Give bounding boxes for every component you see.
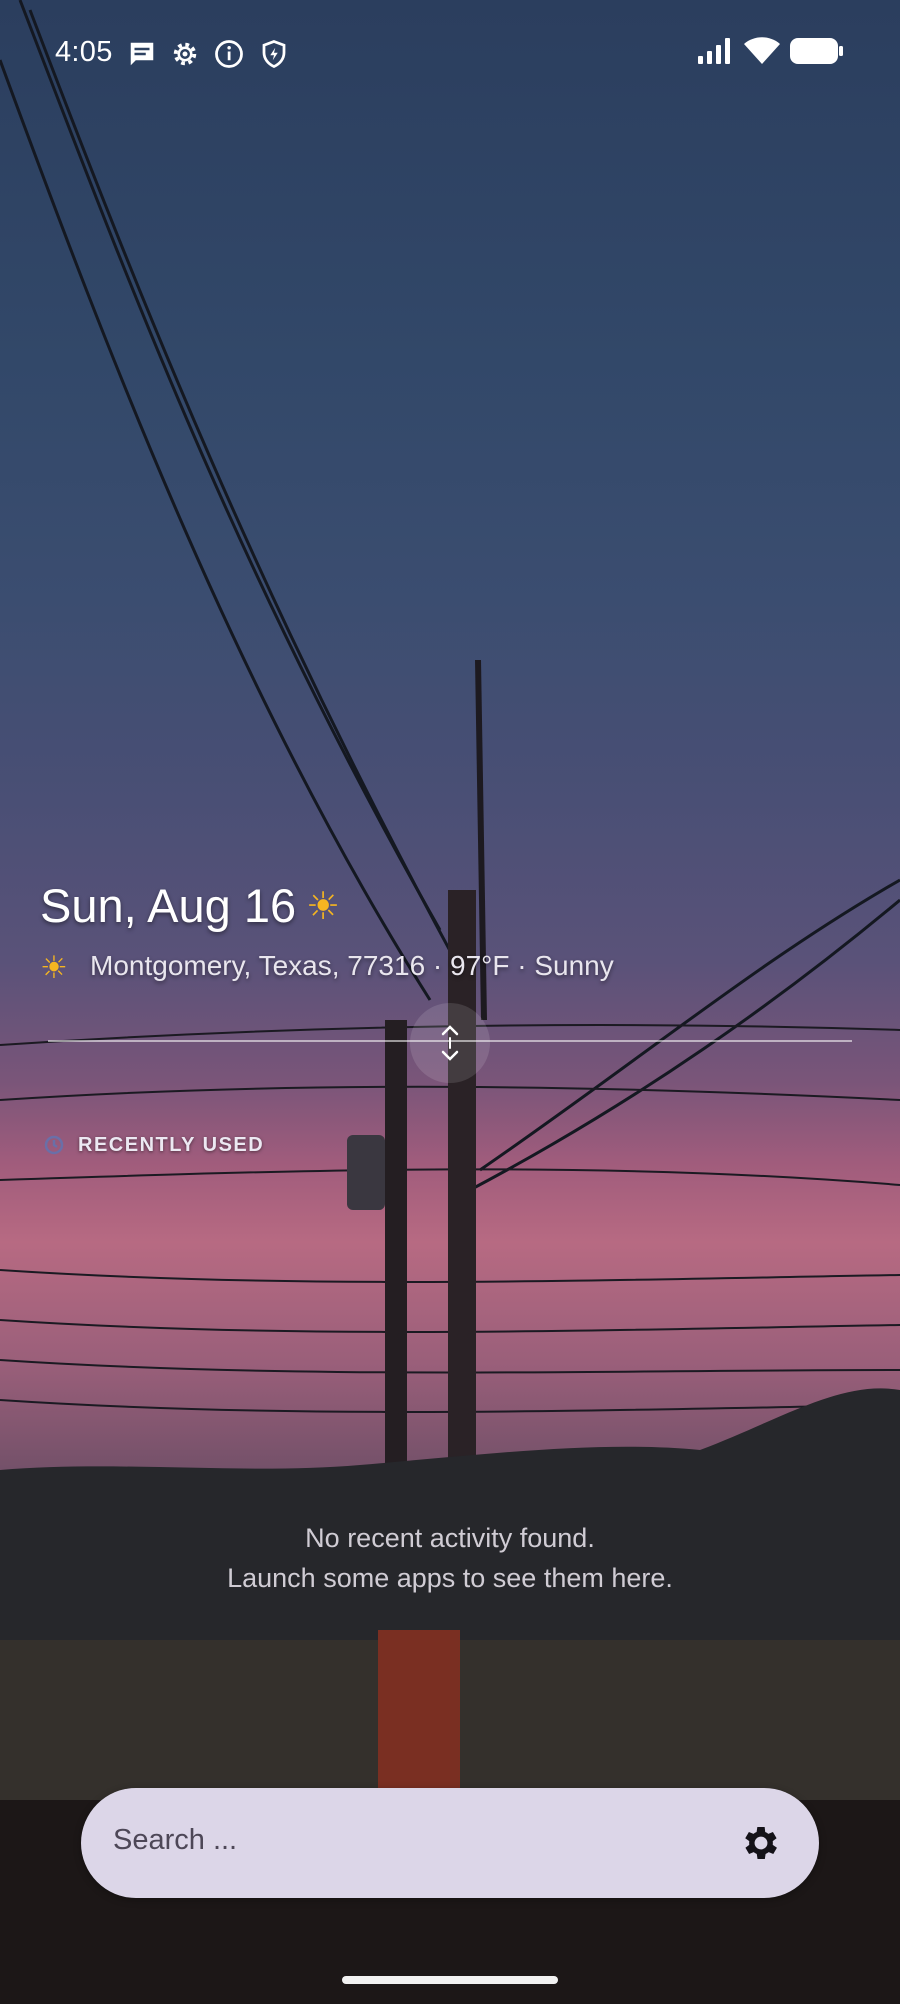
sun-icon: ☀ xyxy=(306,886,341,928)
date-heading[interactable]: Sun, Aug 16 xyxy=(40,878,296,933)
empty-state-title: No recent activity found. xyxy=(305,1523,595,1553)
search-bar[interactable] xyxy=(81,1788,819,1898)
battery-icon xyxy=(790,36,844,71)
chevron-up-down-icon xyxy=(441,1025,459,1061)
transformer xyxy=(347,1135,385,1210)
shield-icon xyxy=(258,38,290,70)
power-line xyxy=(28,9,457,961)
weather-summary[interactable]: Montgomery, Texas, 77316 · 97°F · Sunny xyxy=(90,950,614,982)
power-line xyxy=(18,0,442,931)
gear-icon[interactable] xyxy=(739,1821,783,1865)
status-bar: 4:05 xyxy=(0,0,900,100)
status-time: 4:05 xyxy=(55,36,113,68)
empty-state-subtitle: Launch some apps to see them here. xyxy=(227,1563,673,1593)
recently-used-label: RECENTLY USED xyxy=(78,1134,265,1156)
message-icon xyxy=(126,38,158,70)
info-icon xyxy=(213,38,245,70)
signal-icon xyxy=(698,36,734,71)
power-line xyxy=(0,59,432,1001)
wifi-icon xyxy=(744,36,780,71)
home-indicator[interactable] xyxy=(342,1976,558,1984)
expand-collapse-handle[interactable] xyxy=(410,1003,490,1083)
sun-icon: ☀ xyxy=(40,950,68,985)
search-input[interactable] xyxy=(113,1824,673,1857)
history-icon xyxy=(42,1133,66,1157)
settings-icon xyxy=(169,38,201,70)
power-line xyxy=(469,898,900,1192)
wallpaper xyxy=(0,0,900,2004)
